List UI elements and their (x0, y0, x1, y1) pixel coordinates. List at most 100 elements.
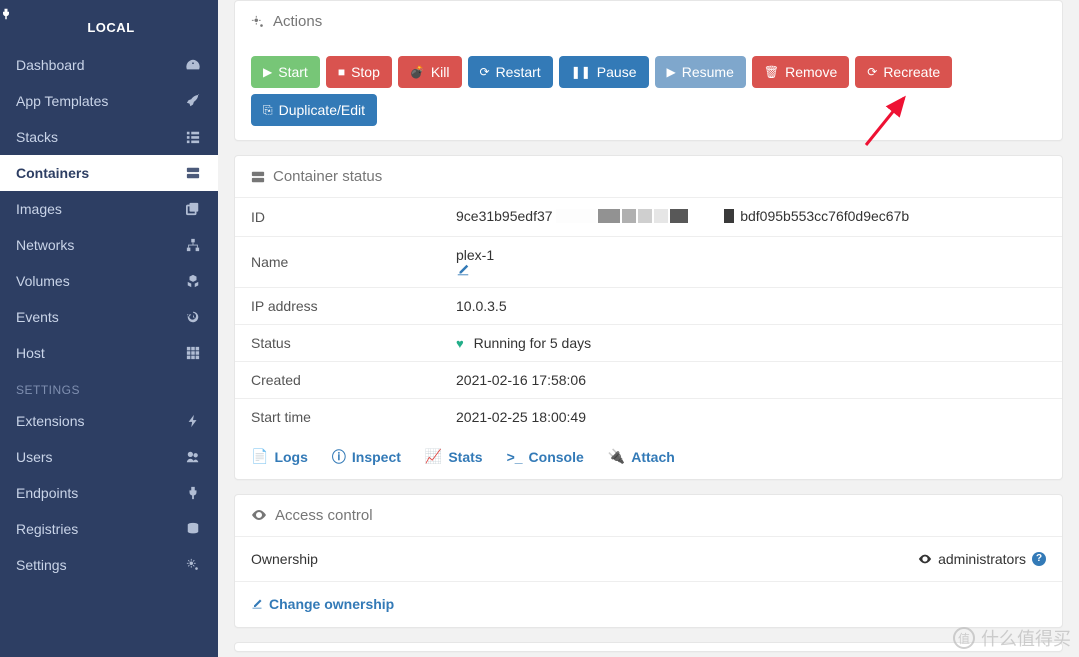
sidebar-item-events[interactable]: Events (0, 299, 218, 335)
server-icon (251, 170, 265, 184)
logs-link[interactable]: 📄Logs (251, 447, 308, 467)
status-row-name: Name plex-1 (235, 237, 1062, 288)
play-icon: ▶ (667, 66, 676, 78)
sidebar-item-stacks[interactable]: Stacks (0, 119, 218, 155)
attach-link[interactable]: 🔌Attach (608, 447, 675, 467)
ownership-value: administrators (938, 551, 1026, 567)
status-row-id: ID 9ce31b95edf37 bdf095b553cc76f0d9ec67b (235, 198, 1062, 237)
container-name: plex-1 (456, 247, 494, 263)
container-status-title: Container status (273, 168, 382, 185)
remove-button[interactable]: 🗑Remove (752, 56, 849, 88)
edit-icon (251, 598, 263, 610)
plug-icon (186, 486, 202, 500)
row-label: Status (251, 335, 456, 351)
row-label: IP address (251, 298, 456, 314)
status-row-status: Status ♥ Running for 5 days (235, 325, 1062, 362)
button-label: Restart (496, 64, 541, 80)
link-label: Stats (448, 449, 482, 465)
duplicate-edit-button[interactable]: ⎘Duplicate/Edit (251, 94, 377, 126)
smile-icon: 值 (953, 627, 975, 649)
row-label: ID (251, 209, 456, 225)
access-control-header: Access control (235, 495, 1062, 537)
next-panel-peek (234, 642, 1063, 652)
sidebar-item-label: Stacks (16, 129, 58, 145)
sidebar-item-label: Containers (16, 165, 89, 181)
sidebar-item-label: Users (16, 449, 53, 465)
sidebar-item-label: Dashboard (16, 57, 85, 73)
sidebar-item-label: Registries (16, 521, 78, 537)
start-button[interactable]: ▶Start (251, 56, 320, 88)
eye-icon (918, 552, 932, 566)
sidebar-item-users[interactable]: Users (0, 439, 218, 475)
kill-button[interactable]: 💣Kill (398, 56, 462, 88)
access-control-title: Access control (275, 507, 373, 524)
inspect-link[interactable]: ⓘInspect (332, 447, 401, 467)
settings-header: SETTINGS (0, 371, 218, 403)
sidebar-item-volumes[interactable]: Volumes (0, 263, 218, 299)
trash-icon: 🗑 (764, 66, 779, 78)
sidebar-item-label: Volumes (16, 273, 70, 289)
link-label: Attach (631, 449, 675, 465)
sitemap-icon (186, 238, 202, 252)
change-ownership-link[interactable]: Change ownership (251, 596, 394, 612)
actions-title: Actions (273, 13, 322, 30)
row-value: plex-1 (456, 247, 1046, 277)
th-icon (186, 346, 202, 360)
copy-icon: ⎘ (263, 104, 273, 116)
edit-name-icon[interactable] (456, 263, 1046, 277)
sidebar-item-endpoints[interactable]: Endpoints (0, 475, 218, 511)
sidebar-item-containers[interactable]: Containers (0, 155, 218, 191)
access-control-panel: Access control Ownership administrators … (234, 494, 1063, 628)
row-value: 10.0.3.5 (456, 298, 1046, 314)
refresh-icon: ⟳ (867, 66, 877, 78)
main-content: Actions ▶Start ■Stop 💣Kill ⟳Restart ❚❚Pa… (218, 0, 1079, 657)
sidebar-item-label: Endpoints (16, 485, 78, 501)
plug-icon (0, 8, 218, 20)
actions-header: Actions (235, 1, 1062, 42)
sidebar-item-settings[interactable]: Settings (0, 547, 218, 583)
restart-button[interactable]: ⟳Restart (468, 56, 553, 88)
pause-button[interactable]: ❚❚Pause (559, 56, 649, 88)
chart-icon: 📈 (425, 448, 442, 465)
stats-link[interactable]: 📈 Stats (425, 447, 483, 467)
button-label: Recreate (883, 64, 940, 80)
ownership-value-group: administrators ? (918, 551, 1046, 567)
link-label: Console (529, 449, 584, 465)
sidebar-item-registries[interactable]: Registries (0, 511, 218, 547)
sidebar-item-networks[interactable]: Networks (0, 227, 218, 263)
sidebar-item-label: App Templates (16, 93, 108, 109)
button-label: Pause (597, 64, 637, 80)
sidebar-item-dashboard[interactable]: Dashboard (0, 47, 218, 83)
sidebar-item-host[interactable]: Host (0, 335, 218, 371)
sidebar-item-images[interactable]: Images (0, 191, 218, 227)
bolt-icon (186, 414, 202, 428)
eye-icon (251, 507, 267, 523)
help-icon[interactable]: ? (1032, 552, 1046, 566)
container-status-header: Container status (235, 156, 1062, 198)
resume-button[interactable]: ▶Resume (655, 56, 746, 88)
status-row-ip: IP address 10.0.3.5 (235, 288, 1062, 325)
id-prefix: 9ce31b95edf37 (456, 208, 553, 224)
button-label: Kill (431, 64, 450, 80)
cogs-icon (186, 558, 202, 572)
stop-button[interactable]: ■Stop (326, 56, 392, 88)
container-links-row: 📄Logs ⓘInspect 📈 Stats >_ Console 🔌Attach (235, 435, 1062, 479)
play-icon: ▶ (263, 66, 272, 78)
cogs-icon (251, 15, 265, 29)
heartbeat-icon: ♥ (456, 336, 464, 351)
info-icon: ⓘ (332, 447, 346, 467)
sidebar-item-label: Settings (16, 557, 67, 573)
sidebar-item-extensions[interactable]: Extensions (0, 403, 218, 439)
ownership-row: Ownership administrators ? (235, 537, 1062, 582)
watermark-text: 什么值得买 (981, 625, 1071, 651)
button-label: Stop (351, 64, 380, 80)
console-link[interactable]: >_ Console (507, 447, 584, 467)
ownership-label: Ownership (251, 551, 318, 567)
users-icon (186, 450, 202, 464)
sidebar-item-label: Extensions (16, 413, 84, 429)
status-row-created: Created 2021-02-16 17:58:06 (235, 362, 1062, 399)
terminal-icon: >_ (507, 449, 523, 465)
recreate-button[interactable]: ⟳ Recreate (855, 56, 952, 88)
row-value: 2021-02-16 17:58:06 (456, 372, 1046, 388)
sidebar-item-app-templates[interactable]: App Templates (0, 83, 218, 119)
